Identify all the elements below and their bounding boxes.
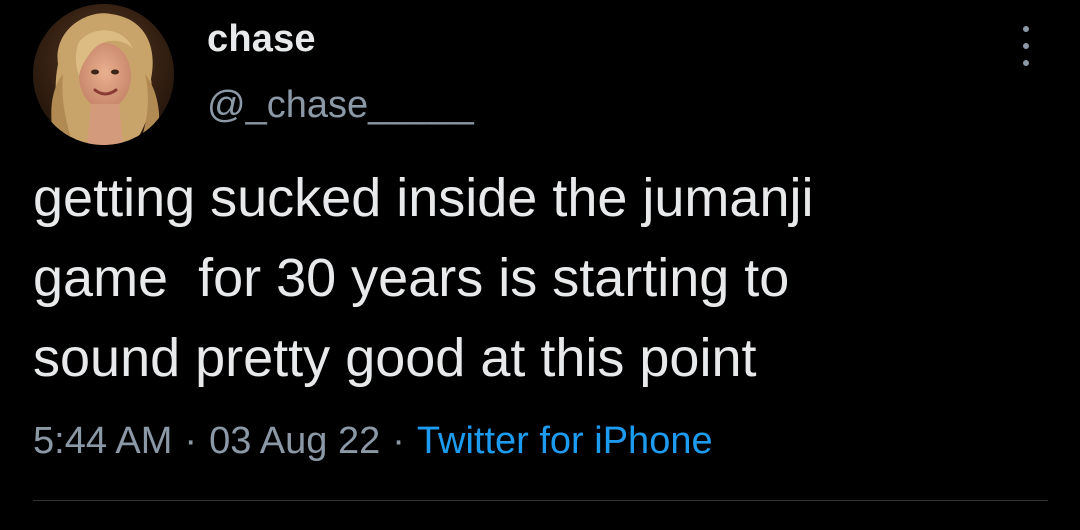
separator: · — [184, 420, 198, 462]
tweet-metadata: 5:44 AM · 03 Aug 22 · Twitter for iPhone — [33, 420, 713, 463]
avatar[interactable] — [33, 4, 174, 145]
separator: · — [392, 420, 405, 462]
tweet-source-link[interactable]: Twitter for iPhone — [417, 420, 713, 462]
tweet-time[interactable]: 5:44 AM — [33, 420, 172, 462]
tweet-text: getting sucked inside the jumanji game f… — [33, 168, 814, 388]
profile-photo-icon — [33, 4, 174, 145]
dot-icon — [1023, 43, 1029, 49]
display-name[interactable]: chase — [207, 18, 316, 61]
tweet-date[interactable]: 03 Aug 22 — [209, 420, 380, 462]
user-handle[interactable]: @_chase_____ — [207, 84, 474, 127]
divider — [33, 500, 1048, 501]
dot-icon — [1023, 60, 1029, 66]
more-vertical-icon[interactable] — [1010, 26, 1042, 66]
tweet-card: chase @_chase_____ getting sucked inside… — [0, 0, 1080, 530]
dot-icon — [1023, 26, 1029, 32]
